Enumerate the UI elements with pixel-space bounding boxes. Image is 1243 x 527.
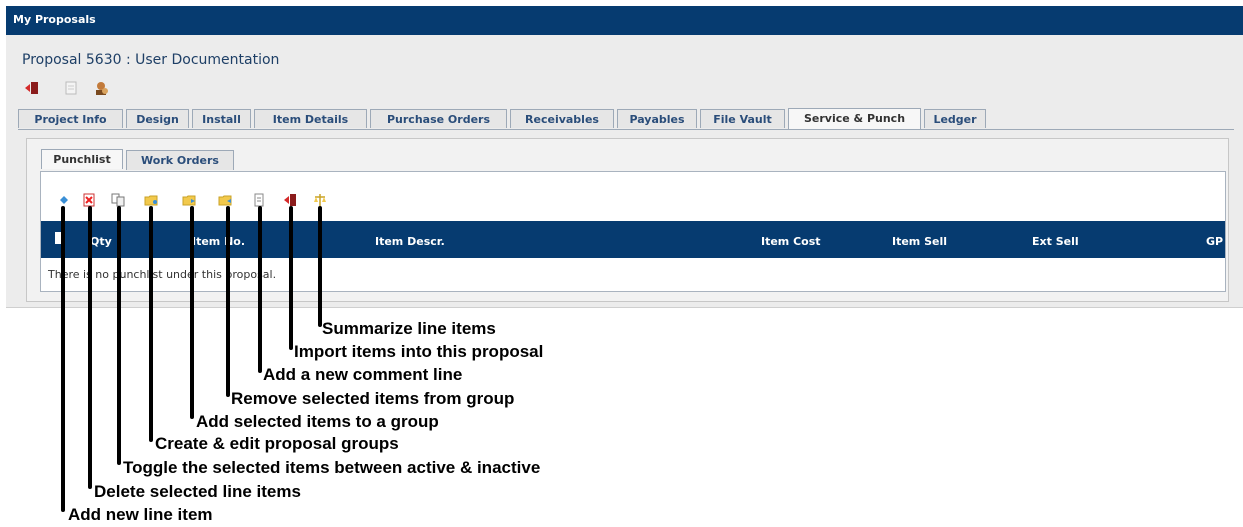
caption-groups: Create & edit proposal groups <box>155 434 399 453</box>
tab-service-punch[interactable]: Service & Punch <box>788 108 921 130</box>
window-titlebar: My Proposals <box>6 6 1243 35</box>
window-title: My Proposals <box>13 13 96 26</box>
tab-work-orders[interactable]: Work Orders <box>126 150 234 170</box>
document-icon[interactable] <box>63 80 79 96</box>
callout-line-groups <box>149 206 153 442</box>
callout-line-delete <box>88 206 92 489</box>
tab-file-vault[interactable]: File Vault <box>700 109 785 128</box>
col-item-sell[interactable]: Item Sell <box>892 235 947 248</box>
col-item-cost[interactable]: Item Cost <box>761 235 821 248</box>
caption-toggle: Toggle the selected items between active… <box>123 458 541 477</box>
import-icon[interactable] <box>283 193 297 207</box>
callout-line-comment <box>258 206 262 373</box>
empty-punchlist-message: There is no punchlist under this proposa… <box>48 268 277 281</box>
callout-line-import <box>289 206 293 350</box>
toggle-copy-icon[interactable] <box>111 193 125 207</box>
caption-remove-group: Remove selected items from group <box>231 389 515 408</box>
caption-import: Import items into this proposal <box>294 342 544 361</box>
comment-page-icon[interactable] <box>252 193 266 207</box>
callout-line-remove-group <box>226 206 230 397</box>
caption-summarize: Summarize line items <box>322 319 496 338</box>
tab-item-details[interactable]: Item Details <box>254 109 367 128</box>
col-item-no[interactable]: Item No. <box>192 235 245 248</box>
add-diamond-icon[interactable] <box>57 193 71 207</box>
tab-divider <box>18 129 1234 130</box>
proposal-title: Proposal 5630 : User Documentation <box>22 52 280 68</box>
folder-remove-icon[interactable] <box>218 193 232 207</box>
summarize-icon[interactable] <box>313 193 327 207</box>
caption-add: Add new line item <box>68 505 213 524</box>
close-door-icon[interactable] <box>24 80 40 96</box>
delete-doc-icon[interactable] <box>82 193 96 207</box>
col-ext-sell[interactable]: Ext Sell <box>1032 235 1079 248</box>
col-qty[interactable]: Qty <box>90 235 112 248</box>
caption-delete: Delete selected line items <box>94 482 301 501</box>
caption-add-group: Add selected items to a group <box>196 412 439 431</box>
callout-line-add <box>61 206 65 512</box>
col-item-descr[interactable]: Item Descr. <box>375 235 445 248</box>
tab-install[interactable]: Install <box>192 109 251 128</box>
tab-payables[interactable]: Payables <box>617 109 697 128</box>
callout-line-summarize <box>318 206 322 327</box>
folder-add-icon[interactable] <box>182 193 196 207</box>
callout-line-toggle <box>117 206 121 465</box>
tab-design[interactable]: Design <box>126 109 189 128</box>
callout-line-add-group <box>190 206 194 419</box>
col-gp[interactable]: GP <box>1206 235 1223 248</box>
tab-project-info[interactable]: Project Info <box>18 109 123 128</box>
folder-edit-icon[interactable] <box>144 193 158 207</box>
tab-ledger[interactable]: Ledger <box>924 109 986 128</box>
tab-purchase-orders[interactable]: Purchase Orders <box>370 109 507 128</box>
tab-receivables[interactable]: Receivables <box>510 109 614 128</box>
caption-comment: Add a new comment line <box>263 365 463 384</box>
punchlist-table-header: Qty Item No. Item Descr. Item Cost Item … <box>41 221 1225 258</box>
tab-punchlist[interactable]: Punchlist <box>41 149 123 169</box>
user-settings-icon[interactable] <box>93 80 109 96</box>
